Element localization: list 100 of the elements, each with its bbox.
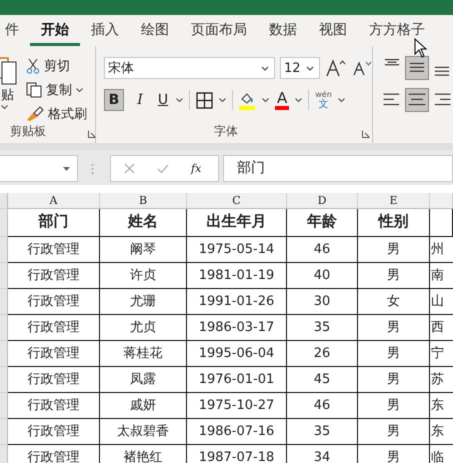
table-cell: 行政管理 [8, 237, 100, 263]
ribbon-tab[interactable]: 插入 [80, 15, 130, 46]
fill-color-icon[interactable] [239, 90, 256, 110]
table-header-cell: 姓名 [100, 209, 187, 237]
table-cell: 女 [358, 289, 430, 315]
table-cell: 男 [358, 263, 430, 289]
table-cell: 行政管理 [8, 315, 100, 341]
table-cell: 行政管理 [8, 263, 100, 289]
table-cell: 46 [287, 393, 358, 419]
caret-icon[interactable] [338, 98, 345, 102]
table-cell: 男 [358, 393, 430, 419]
table-cell: 凤露 [100, 367, 187, 393]
table-cell: 1995-06-04 [187, 341, 287, 367]
column-header[interactable]: B [100, 193, 187, 209]
table-cell: 阚琴 [100, 237, 187, 263]
table-cell: 45 [287, 367, 358, 393]
font-family-select[interactable]: 宋体 [104, 57, 275, 79]
bold-button[interactable]: B [104, 89, 124, 111]
copy-icon[interactable] [26, 82, 42, 98]
table-cell: 1976-01-01 [187, 367, 287, 393]
caret-icon[interactable] [306, 66, 314, 70]
table-cell: 宁 [430, 341, 453, 367]
table-cell: 35 [287, 419, 358, 445]
italic-button[interactable]: I [130, 89, 150, 111]
increase-font-icon[interactable] [325, 59, 347, 77]
table-cell: 1975-05-14 [187, 237, 287, 263]
caret-icon[interactable] [176, 98, 183, 102]
table-cell: 许贞 [100, 263, 187, 289]
table-cell: 南 [430, 263, 453, 289]
table-cell: 行政管理 [8, 393, 100, 419]
table-cell: 30 [287, 289, 358, 315]
caret-icon[interactable] [262, 98, 269, 102]
table-cell: 州 [430, 237, 453, 263]
table-header-cell: 性别 [358, 209, 430, 237]
clipboard-command[interactable]: 格式刷 [48, 105, 87, 123]
column-header[interactable]: C [187, 193, 287, 209]
group-label: 字体 [214, 123, 238, 140]
table-cell: 26 [287, 341, 358, 367]
table-cell: 1986-03-17 [187, 315, 287, 341]
table-cell: 行政管理 [8, 445, 100, 463]
table-cell: 1975-10-27 [187, 393, 287, 419]
caret-icon[interactable] [76, 88, 83, 92]
caret-icon[interactable] [261, 66, 269, 70]
paintbrush-icon[interactable] [26, 106, 44, 122]
table-cell [430, 209, 453, 237]
column-header[interactable]: D [287, 193, 358, 209]
table-cell: 东 [430, 419, 453, 445]
group-label: 剪贴板 [10, 123, 46, 140]
drag-handle-icon[interactable] [91, 162, 94, 174]
table-cell: 行政管理 [8, 419, 100, 445]
table-cell: 尤贞 [100, 315, 187, 341]
borders-icon[interactable] [196, 92, 213, 108]
table-cell: 苏 [430, 367, 453, 393]
checkmark-icon[interactable] [157, 164, 169, 174]
ribbon-tab[interactable]: 数据 [258, 15, 308, 46]
table-cell: 男 [358, 445, 430, 463]
table-cell: 46 [287, 237, 358, 263]
scissors-icon[interactable] [26, 58, 40, 74]
table-cell: 35 [287, 315, 358, 341]
ribbon-tab[interactable]: 绘图 [130, 15, 180, 46]
table-cell: 临 [430, 445, 453, 463]
table-cell: 东 [430, 393, 453, 419]
table-cell: 男 [358, 341, 430, 367]
insert-function-button[interactable]: fx [191, 162, 202, 175]
table-cell: 褚艳红 [100, 445, 187, 463]
table-cell: 1981-01-19 [187, 263, 287, 289]
column-header[interactable]: A [8, 193, 100, 209]
caret-icon[interactable] [1, 105, 8, 109]
table-cell: 山 [430, 289, 453, 315]
clipboard-command[interactable]: 剪切 [44, 57, 70, 75]
align-button[interactable] [406, 89, 428, 111]
font-size-select[interactable]: 12 [280, 57, 320, 79]
table-header-cell: 年龄 [287, 209, 358, 237]
caret-icon[interactable] [295, 98, 302, 102]
dialog-launcher-icon[interactable] [362, 130, 370, 138]
dialog-launcher-icon[interactable] [88, 130, 96, 138]
decrease-font-icon[interactable] [352, 60, 372, 76]
table-cell: 男 [358, 315, 430, 341]
table-cell: 尤珊 [100, 289, 187, 315]
align-button[interactable] [406, 57, 428, 79]
clipboard-command[interactable]: 复制 [46, 81, 72, 99]
ribbon-tab[interactable]: 视图 [308, 15, 358, 46]
table-cell: 1991-01-26 [187, 289, 287, 315]
font-color-button[interactable]: A [275, 90, 290, 110]
table-cell: 行政管理 [8, 341, 100, 367]
ribbon-tab[interactable]: 页面布局 [180, 15, 258, 46]
column-header[interactable]: E [358, 193, 430, 209]
caret-icon[interactable] [219, 98, 226, 102]
phonetic-guide-button[interactable]: wén 文 [315, 90, 332, 110]
underline-button[interactable]: U [156, 89, 170, 111]
table-cell: 太叔碧香 [100, 419, 187, 445]
formula-input[interactable]: 部门 [223, 155, 453, 182]
ribbon-tab[interactable]: 方方格子 [358, 15, 436, 46]
ribbon-tab[interactable]: 件 [0, 15, 30, 46]
table-cell: 1987-07-18 [187, 445, 287, 463]
paste-button[interactable]: 贴 [1, 88, 14, 103]
table-cell: 34 [287, 445, 358, 463]
clipboard-icon[interactable] [0, 56, 18, 86]
table-cell: 男 [358, 419, 430, 445]
table-cell: 1986-07-16 [187, 419, 287, 445]
